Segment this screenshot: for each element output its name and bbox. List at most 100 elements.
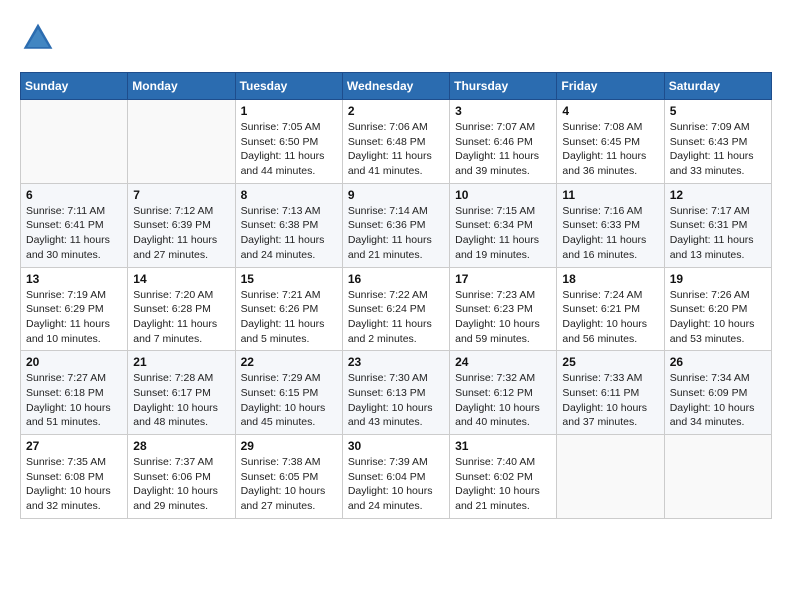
day-info: Sunrise: 7:24 AM Sunset: 6:21 PM Dayligh… bbox=[562, 288, 658, 347]
calendar-cell: 14 Sunrise: 7:20 AM Sunset: 6:28 PM Dayli… bbox=[128, 267, 235, 351]
day-info: Sunrise: 7:23 AM Sunset: 6:23 PM Dayligh… bbox=[455, 288, 551, 347]
day-number: 27 bbox=[26, 439, 122, 453]
day-number: 6 bbox=[26, 188, 122, 202]
day-number: 8 bbox=[241, 188, 337, 202]
day-info: Sunrise: 7:13 AM Sunset: 6:38 PM Dayligh… bbox=[241, 204, 337, 263]
calendar-cell: 15Sunrise: 7:21 AM Sunset: 6:26 PM Dayli… bbox=[235, 267, 342, 351]
day-info: Sunrise: 7:28 AM Sunset: 6:17 PM Dayligh… bbox=[133, 371, 229, 430]
day-number: 24 bbox=[455, 355, 551, 369]
calendar-header: SundayMondayTuesdayWednesdayThursdayFrid… bbox=[21, 73, 772, 100]
day-of-week-header: Tuesday bbox=[235, 73, 342, 100]
calendar-cell: 3 Sunrise: 7:07 AM Sunset: 6:46 PM Daylig… bbox=[450, 100, 557, 184]
days-of-week-row: SundayMondayTuesdayWednesdayThursdayFrid… bbox=[21, 73, 772, 100]
calendar-cell: 6 Sunrise: 7:11 AM Sunset: 6:41 PM Daylig… bbox=[21, 183, 128, 267]
calendar-body: 1 Sunrise: 7:05 AM Sunset: 6:50 PM Daylig… bbox=[21, 100, 772, 519]
calendar-cell: 12 Sunrise: 7:17 AM Sunset: 6:31 PM Dayli… bbox=[664, 183, 771, 267]
calendar-cell bbox=[664, 435, 771, 519]
day-info: Sunrise: 7:09 AM Sunset: 6:43 PM Dayligh… bbox=[670, 120, 766, 179]
calendar-week-row: 13 Sunrise: 7:19 AM Sunset: 6:29 PM Dayli… bbox=[21, 267, 772, 351]
day-number: 18 bbox=[562, 272, 658, 286]
calendar-cell: 8 Sunrise: 7:13 AM Sunset: 6:38 PM Daylig… bbox=[235, 183, 342, 267]
day-info: Sunrise: 7:06 AM Sunset: 6:48 PM Dayligh… bbox=[348, 120, 444, 179]
calendar-cell: 29 Sunrise: 7:38 AM Sunset: 6:05 PM Dayli… bbox=[235, 435, 342, 519]
calendar-cell: 1 Sunrise: 7:05 AM Sunset: 6:50 PM Daylig… bbox=[235, 100, 342, 184]
calendar-cell: 28 Sunrise: 7:37 AM Sunset: 6:06 PM Dayli… bbox=[128, 435, 235, 519]
day-info: Sunrise: 7:07 AM Sunset: 6:46 PM Dayligh… bbox=[455, 120, 551, 179]
day-number: 2 bbox=[348, 104, 444, 118]
day-of-week-header: Friday bbox=[557, 73, 664, 100]
day-info: Sunrise: 7:39 AM Sunset: 6:04 PM Dayligh… bbox=[348, 455, 444, 514]
calendar-cell: 20 Sunrise: 7:27 AM Sunset: 6:18 PM Dayli… bbox=[21, 351, 128, 435]
day-info: Sunrise: 7:05 AM Sunset: 6:50 PM Dayligh… bbox=[241, 120, 337, 179]
calendar-week-row: 27 Sunrise: 7:35 AM Sunset: 6:08 PM Dayli… bbox=[21, 435, 772, 519]
day-info: Sunrise: 7:37 AM Sunset: 6:06 PM Dayligh… bbox=[133, 455, 229, 514]
day-info: Sunrise: 7:14 AM Sunset: 6:36 PM Dayligh… bbox=[348, 204, 444, 263]
calendar-cell bbox=[557, 435, 664, 519]
day-of-week-header: Saturday bbox=[664, 73, 771, 100]
calendar-cell: 24Sunrise: 7:32 AM Sunset: 6:12 PM Dayli… bbox=[450, 351, 557, 435]
day-number: 12 bbox=[670, 188, 766, 202]
day-info: Sunrise: 7:33 AM Sunset: 6:11 PM Dayligh… bbox=[562, 371, 658, 430]
day-number: 4 bbox=[562, 104, 658, 118]
day-number: 22 bbox=[241, 355, 337, 369]
day-info: Sunrise: 7:17 AM Sunset: 6:31 PM Dayligh… bbox=[670, 204, 766, 263]
calendar-week-row: 1 Sunrise: 7:05 AM Sunset: 6:50 PM Daylig… bbox=[21, 100, 772, 184]
day-of-week-header: Thursday bbox=[450, 73, 557, 100]
calendar-cell: 10Sunrise: 7:15 AM Sunset: 6:34 PM Dayli… bbox=[450, 183, 557, 267]
day-number: 17 bbox=[455, 272, 551, 286]
calendar-cell: 27 Sunrise: 7:35 AM Sunset: 6:08 PM Dayli… bbox=[21, 435, 128, 519]
calendar-table: SundayMondayTuesdayWednesdayThursdayFrid… bbox=[20, 72, 772, 519]
day-info: Sunrise: 7:35 AM Sunset: 6:08 PM Dayligh… bbox=[26, 455, 122, 514]
calendar-cell: 17 Sunrise: 7:23 AM Sunset: 6:23 PM Dayli… bbox=[450, 267, 557, 351]
calendar-cell: 19Sunrise: 7:26 AM Sunset: 6:20 PM Dayli… bbox=[664, 267, 771, 351]
day-number: 13 bbox=[26, 272, 122, 286]
day-info: Sunrise: 7:40 AM Sunset: 6:02 PM Dayligh… bbox=[455, 455, 551, 514]
day-of-week-header: Wednesday bbox=[342, 73, 449, 100]
calendar-cell: 25 Sunrise: 7:33 AM Sunset: 6:11 PM Dayli… bbox=[557, 351, 664, 435]
day-number: 3 bbox=[455, 104, 551, 118]
day-number: 28 bbox=[133, 439, 229, 453]
day-number: 20 bbox=[26, 355, 122, 369]
calendar-cell bbox=[128, 100, 235, 184]
day-number: 29 bbox=[241, 439, 337, 453]
day-info: Sunrise: 7:27 AM Sunset: 6:18 PM Dayligh… bbox=[26, 371, 122, 430]
day-info: Sunrise: 7:30 AM Sunset: 6:13 PM Dayligh… bbox=[348, 371, 444, 430]
day-number: 15 bbox=[241, 272, 337, 286]
day-info: Sunrise: 7:34 AM Sunset: 6:09 PM Dayligh… bbox=[670, 371, 766, 430]
calendar-cell: 30 Sunrise: 7:39 AM Sunset: 6:04 PM Dayli… bbox=[342, 435, 449, 519]
day-info: Sunrise: 7:19 AM Sunset: 6:29 PM Dayligh… bbox=[26, 288, 122, 347]
calendar-cell: 2 Sunrise: 7:06 AM Sunset: 6:48 PM Daylig… bbox=[342, 100, 449, 184]
day-info: Sunrise: 7:20 AM Sunset: 6:28 PM Dayligh… bbox=[133, 288, 229, 347]
calendar-cell: 13 Sunrise: 7:19 AM Sunset: 6:29 PM Dayli… bbox=[21, 267, 128, 351]
logo-icon bbox=[20, 20, 56, 56]
page-header bbox=[20, 20, 772, 56]
day-number: 1 bbox=[241, 104, 337, 118]
day-info: Sunrise: 7:11 AM Sunset: 6:41 PM Dayligh… bbox=[26, 204, 122, 263]
calendar-cell: 23Sunrise: 7:30 AM Sunset: 6:13 PM Dayli… bbox=[342, 351, 449, 435]
day-info: Sunrise: 7:22 AM Sunset: 6:24 PM Dayligh… bbox=[348, 288, 444, 347]
calendar-cell: 22 Sunrise: 7:29 AM Sunset: 6:15 PM Dayli… bbox=[235, 351, 342, 435]
day-number: 10 bbox=[455, 188, 551, 202]
calendar-cell: 5Sunrise: 7:09 AM Sunset: 6:43 PM Daylig… bbox=[664, 100, 771, 184]
calendar-week-row: 20 Sunrise: 7:27 AM Sunset: 6:18 PM Dayli… bbox=[21, 351, 772, 435]
day-number: 19 bbox=[670, 272, 766, 286]
calendar-cell: 7Sunrise: 7:12 AM Sunset: 6:39 PM Daylig… bbox=[128, 183, 235, 267]
day-info: Sunrise: 7:38 AM Sunset: 6:05 PM Dayligh… bbox=[241, 455, 337, 514]
calendar-cell: 9Sunrise: 7:14 AM Sunset: 6:36 PM Daylig… bbox=[342, 183, 449, 267]
day-number: 31 bbox=[455, 439, 551, 453]
day-of-week-header: Monday bbox=[128, 73, 235, 100]
calendar-cell: 31 Sunrise: 7:40 AM Sunset: 6:02 PM Dayli… bbox=[450, 435, 557, 519]
day-number: 21 bbox=[133, 355, 229, 369]
calendar-cell: 11Sunrise: 7:16 AM Sunset: 6:33 PM Dayli… bbox=[557, 183, 664, 267]
day-info: Sunrise: 7:29 AM Sunset: 6:15 PM Dayligh… bbox=[241, 371, 337, 430]
day-number: 11 bbox=[562, 188, 658, 202]
day-of-week-header: Sunday bbox=[21, 73, 128, 100]
logo bbox=[20, 20, 62, 56]
calendar-week-row: 6 Sunrise: 7:11 AM Sunset: 6:41 PM Daylig… bbox=[21, 183, 772, 267]
day-number: 30 bbox=[348, 439, 444, 453]
day-number: 14 bbox=[133, 272, 229, 286]
day-info: Sunrise: 7:12 AM Sunset: 6:39 PM Dayligh… bbox=[133, 204, 229, 263]
calendar-cell: 16Sunrise: 7:22 AM Sunset: 6:24 PM Dayli… bbox=[342, 267, 449, 351]
calendar-cell: 18 Sunrise: 7:24 AM Sunset: 6:21 PM Dayli… bbox=[557, 267, 664, 351]
day-number: 25 bbox=[562, 355, 658, 369]
